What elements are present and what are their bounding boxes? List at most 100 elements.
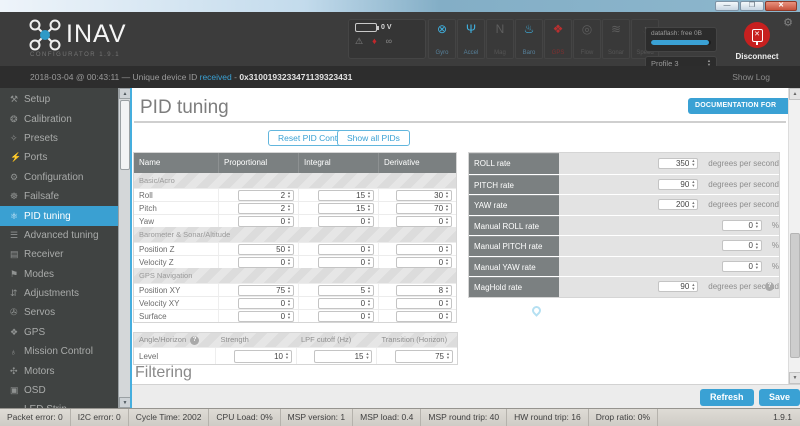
level-strength-input[interactable]: 10 ▲ ▼ bbox=[233, 349, 292, 363]
minimize-button[interactable]: — bbox=[715, 1, 739, 11]
pitch-i-input[interactable]: 15 ▲ ▼ bbox=[318, 202, 374, 214]
pitch-p-input[interactable]: 2 ▲ ▼ bbox=[238, 202, 294, 214]
position-xy-p-input[interactable]: 75 ▲ ▼ bbox=[238, 284, 294, 296]
roll-rate-input[interactable]: 350 ▲ ▼ bbox=[658, 157, 699, 169]
position-xy-d-input[interactable]: 8 ▲ ▼ bbox=[396, 284, 452, 296]
roll-p-input[interactable]: 2 ▲ ▼ bbox=[238, 189, 294, 201]
yaw-i-input[interactable]: 0 ▲ ▼ bbox=[318, 215, 374, 227]
sidebar-item-motors[interactable]: ✣ Motors bbox=[0, 361, 118, 380]
sidebar-item-pid-tuning[interactable]: ⚛ PID tuning bbox=[0, 206, 118, 226]
sidebar-item-configuration[interactable]: ⚙ Configuration bbox=[0, 168, 118, 187]
level-lpf-cutoff-input[interactable]: 15 ▲ ▼ bbox=[314, 349, 373, 363]
sidebar-item-advanced-tuning[interactable]: ☰ Advanced tuning bbox=[0, 226, 118, 245]
spinner-arrows-icon: ▲ ▼ bbox=[287, 244, 291, 253]
help-icon[interactable]: ? bbox=[765, 282, 774, 291]
save-button[interactable]: Save bbox=[759, 389, 800, 406]
pitch-rate-input[interactable]: 90 ▲ ▼ bbox=[658, 178, 699, 190]
usb-disconnect-icon: ✕ bbox=[744, 22, 770, 48]
sidebar-scrollbar[interactable]: ▲ ▼ bbox=[118, 88, 131, 408]
spinner-arrows-icon: ▲ ▼ bbox=[287, 257, 291, 266]
content-scrollbar[interactable]: ▲ ▼ bbox=[788, 88, 800, 384]
settings-gear-icon[interactable]: ⚙ bbox=[783, 16, 793, 29]
app-header: INAV CONFIGURATOR 1.9.1 0 V ⚠ ♦ ∞ ⊗ Gyro… bbox=[0, 12, 800, 70]
spinner-arrows-icon: ▲ ▼ bbox=[445, 285, 449, 294]
scrollbar-thumb[interactable] bbox=[790, 233, 800, 358]
status-hw-round-trip: HW round trip: 16 bbox=[507, 409, 589, 426]
scroll-down-icon[interactable]: ▼ bbox=[789, 372, 800, 384]
spinner-arrows-icon: ▲ ▼ bbox=[367, 285, 371, 294]
receiver-icon: ▤ bbox=[10, 249, 19, 260]
sidebar-item-presets[interactable]: ✧ Presets bbox=[0, 129, 118, 148]
sliders-icon: ☰ bbox=[10, 229, 19, 240]
surface-i-input[interactable]: 0 ▲ ▼ bbox=[318, 310, 374, 322]
velocity-z-i-input[interactable]: 0 ▲ ▼ bbox=[318, 256, 374, 268]
help-icon[interactable]: ? bbox=[190, 335, 200, 345]
sidebar-item-receiver[interactable]: ▤ Receiver bbox=[0, 245, 118, 264]
sidebar-item-ports[interactable]: ⚡ Ports bbox=[0, 148, 118, 167]
maghold-rate-input[interactable]: 90 ▲ ▼ bbox=[658, 281, 699, 293]
spinner-arrows-icon: ▲ ▼ bbox=[445, 311, 449, 320]
angle-table-header: Angle/Horizon? Strength LPF cutoff (Hz) … bbox=[134, 333, 457, 347]
adjustments-icon: ⇵ bbox=[10, 288, 18, 299]
sidebar-item-setup[interactable]: ⚒ Setup bbox=[0, 90, 118, 109]
yaw-d-input[interactable]: 0 ▲ ▼ bbox=[396, 215, 452, 227]
surface-d-input[interactable]: 0 ▲ ▼ bbox=[396, 310, 452, 322]
sidebar-item-calibration[interactable]: ❂ Calibration bbox=[0, 109, 118, 128]
position-z-d-input[interactable]: 0 ▲ ▼ bbox=[396, 243, 452, 255]
dataflash-panel: dataflash: free 0B bbox=[645, 27, 717, 52]
sidebar-item-mission-control[interactable]: ♁ Mission Control bbox=[0, 342, 118, 361]
show-all-pids-button[interactable]: Show all PIDs bbox=[337, 130, 410, 146]
table-row-maghold-rate: MagHold rate 90 ▲ ▼ degrees per second ? bbox=[469, 276, 779, 297]
flag-icon: ⚑ bbox=[10, 268, 19, 279]
velocity-xy-d-input[interactable]: 0 ▲ ▼ bbox=[396, 297, 452, 309]
table-row-position-xy: Position XY 75 ▲ ▼ 5 ▲ ▼ 8 ▲ ▼ bbox=[134, 283, 456, 296]
manual-yaw-rate-input[interactable]: 0 ▲ ▼ bbox=[721, 260, 762, 272]
refresh-button[interactable]: Refresh bbox=[700, 389, 754, 406]
maximize-button[interactable]: ❐ bbox=[740, 1, 764, 11]
spinner-arrows-icon: ▲ ▼ bbox=[367, 311, 371, 320]
scrollbar-thumb[interactable] bbox=[120, 100, 130, 170]
scroll-up-icon[interactable]: ▲ bbox=[789, 88, 800, 100]
disconnect-button[interactable]: ✕ Disconnect bbox=[727, 22, 787, 61]
sidebar-item-adjustments[interactable]: ⇵ Adjustments bbox=[0, 284, 118, 303]
manual-roll-rate-input[interactable]: 0 ▲ ▼ bbox=[721, 219, 762, 231]
gyro-icon: ⊗ bbox=[436, 22, 448, 36]
sitemap-icon: ⚛ bbox=[10, 210, 19, 221]
inav-logo: INAV bbox=[28, 18, 127, 52]
logo-text: INAV bbox=[66, 20, 127, 48]
yaw-rate-input[interactable]: 200 ▲ ▼ bbox=[658, 199, 699, 211]
yaw-p-input[interactable]: 0 ▲ ▼ bbox=[238, 215, 294, 227]
spinner-arrows-icon: ▲ ▼ bbox=[367, 190, 371, 199]
sensor-mag: N Mag bbox=[486, 19, 514, 59]
velocity-z-p-input[interactable]: 0 ▲ ▼ bbox=[238, 256, 294, 268]
sidebar-item-led-strip[interactable]: ≡LED Strip bbox=[0, 400, 118, 408]
position-z-p-input[interactable]: 50 ▲ ▼ bbox=[238, 243, 294, 255]
surface-p-input[interactable]: 0 ▲ ▼ bbox=[238, 310, 294, 322]
velocity-xy-p-input[interactable]: 0 ▲ ▼ bbox=[238, 297, 294, 309]
documentation-button[interactable]: DOCUMENTATION FOR INAV bbox=[688, 98, 800, 125]
status-msp-load: MSP load: 0.4 bbox=[353, 409, 422, 426]
position-z-i-input[interactable]: 0 ▲ ▼ bbox=[318, 243, 374, 255]
log-message: 2018-03-04 @ 00:43:11 — Unique device ID bbox=[30, 72, 200, 82]
close-button[interactable]: ✕ bbox=[765, 1, 797, 11]
spinner-arrows-icon: ▲ ▼ bbox=[691, 179, 696, 189]
gear-icon: ⚙ bbox=[10, 171, 19, 182]
show-log-button[interactable]: Show Log bbox=[732, 66, 770, 88]
roll-d-input[interactable]: 30 ▲ ▼ bbox=[396, 189, 452, 201]
position-xy-i-input[interactable]: 5 ▲ ▼ bbox=[318, 284, 374, 296]
velocity-z-d-input[interactable]: 0 ▲ ▼ bbox=[396, 256, 452, 268]
level-transition-input[interactable]: 75 ▲ ▼ bbox=[394, 349, 453, 363]
pitch-d-input[interactable]: 70 ▲ ▼ bbox=[396, 202, 452, 214]
mag-icon: N bbox=[495, 22, 505, 36]
sidebar-item-servos[interactable]: ✇ Servos bbox=[0, 303, 118, 322]
status-cpu-load: CPU Load: 0% bbox=[209, 409, 281, 426]
content-footer: Refresh Save bbox=[132, 384, 800, 408]
sidebar-item-modes[interactable]: ⚑ Modes bbox=[0, 265, 118, 284]
roll-i-input[interactable]: 15 ▲ ▼ bbox=[318, 189, 374, 201]
sidebar-item-failsafe[interactable]: ☸ Failsafe bbox=[0, 187, 118, 206]
manual-pitch-rate-input[interactable]: 0 ▲ ▼ bbox=[721, 240, 762, 252]
satellite-icon: ❖ bbox=[10, 326, 19, 337]
velocity-xy-i-input[interactable]: 0 ▲ ▼ bbox=[318, 297, 374, 309]
sidebar-item-gps[interactable]: ❖ GPS bbox=[0, 323, 118, 342]
sidebar-item-osd[interactable]: ▣ OSD bbox=[0, 381, 118, 400]
